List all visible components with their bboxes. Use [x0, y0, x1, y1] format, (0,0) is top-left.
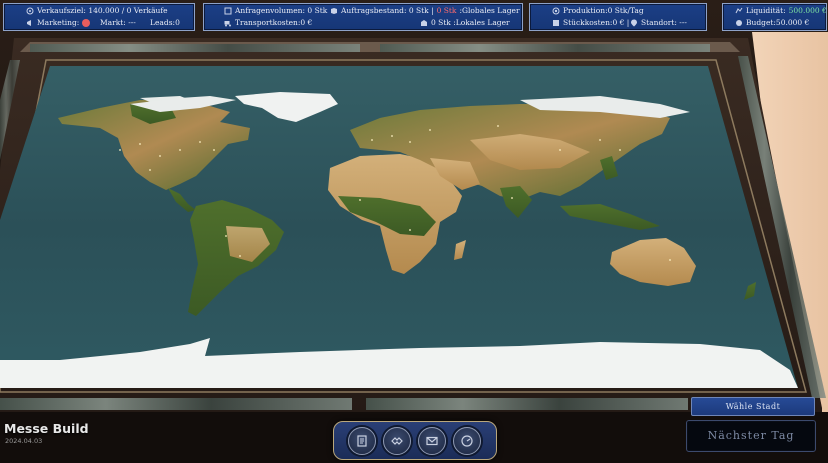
location-pin-icon — [631, 19, 637, 27]
mail-button[interactable] — [418, 427, 446, 455]
global-stock-label: :Globales Lager — [459, 6, 520, 15]
stats-button[interactable] — [453, 427, 481, 455]
finance-panel: Liquidität: 500.000 € Budget:50.000 € — [722, 3, 827, 31]
unit-cost: Stückkosten:0 € | — [563, 18, 630, 27]
liquidity-value: 500.000 € — [788, 6, 827, 15]
megaphone-icon — [27, 20, 31, 26]
world-map-table[interactable] — [0, 0, 828, 463]
liquidity-label: Liquidität: — [746, 6, 786, 15]
choose-city-button[interactable]: Wähle Stadt — [691, 397, 815, 416]
documents-icon — [357, 435, 367, 447]
location-value: Standort: --- — [641, 18, 687, 27]
request-volume: Anfragenvolumen: 0 Stk — [235, 6, 328, 15]
truck-icon — [224, 21, 231, 27]
sales-target: Verkaufsziel: 140.000 / 0 Verkäufe — [37, 6, 168, 15]
marketing-status-indicator — [82, 19, 91, 27]
action-bar — [333, 421, 497, 460]
orders-panel: Anfragenvolumen: 0 Stk Auftragsbestand: … — [203, 3, 523, 31]
warehouse-icon — [421, 20, 427, 26]
cost-icon — [553, 20, 559, 26]
requests-icon — [224, 7, 232, 15]
local-stock: 0 Stk :Lokales Lager — [431, 18, 510, 27]
build-title: Messe Build — [4, 421, 89, 436]
build-date: 2024.04.03 — [5, 437, 43, 445]
marketing-label: Marketing: — [37, 18, 80, 27]
mail-icon — [426, 436, 438, 446]
sales-panel: Verkaufsziel: 140.000 / 0 Verkäufe Marke… — [3, 3, 195, 31]
budget-value: Budget:50.000 € — [746, 18, 810, 27]
handshake-icon — [391, 437, 403, 445]
production-rate: Produktion:0 Stk/Tag — [563, 6, 644, 15]
budget-icon — [736, 20, 742, 26]
money-icon — [735, 7, 743, 14]
global-stock-value: 0 Stk — [436, 6, 457, 15]
order-stock: Auftragsbestand: 0 Stk | — [341, 6, 434, 15]
transport-costs: Transportkosten:0 € — [235, 18, 313, 27]
market-value: Markt: --- — [100, 18, 136, 27]
box-icon — [331, 8, 337, 14]
documents-button[interactable] — [348, 427, 376, 455]
target-icon — [26, 7, 34, 15]
factory-icon — [552, 7, 560, 15]
next-day-button[interactable]: Nächster Tag — [686, 420, 816, 452]
gauge-icon — [461, 435, 473, 447]
leads-value: Leads:0 — [150, 18, 180, 27]
partners-button[interactable] — [383, 427, 411, 455]
production-panel: Produktion:0 Stk/Tag Stückkosten:0 € | S… — [529, 3, 707, 31]
